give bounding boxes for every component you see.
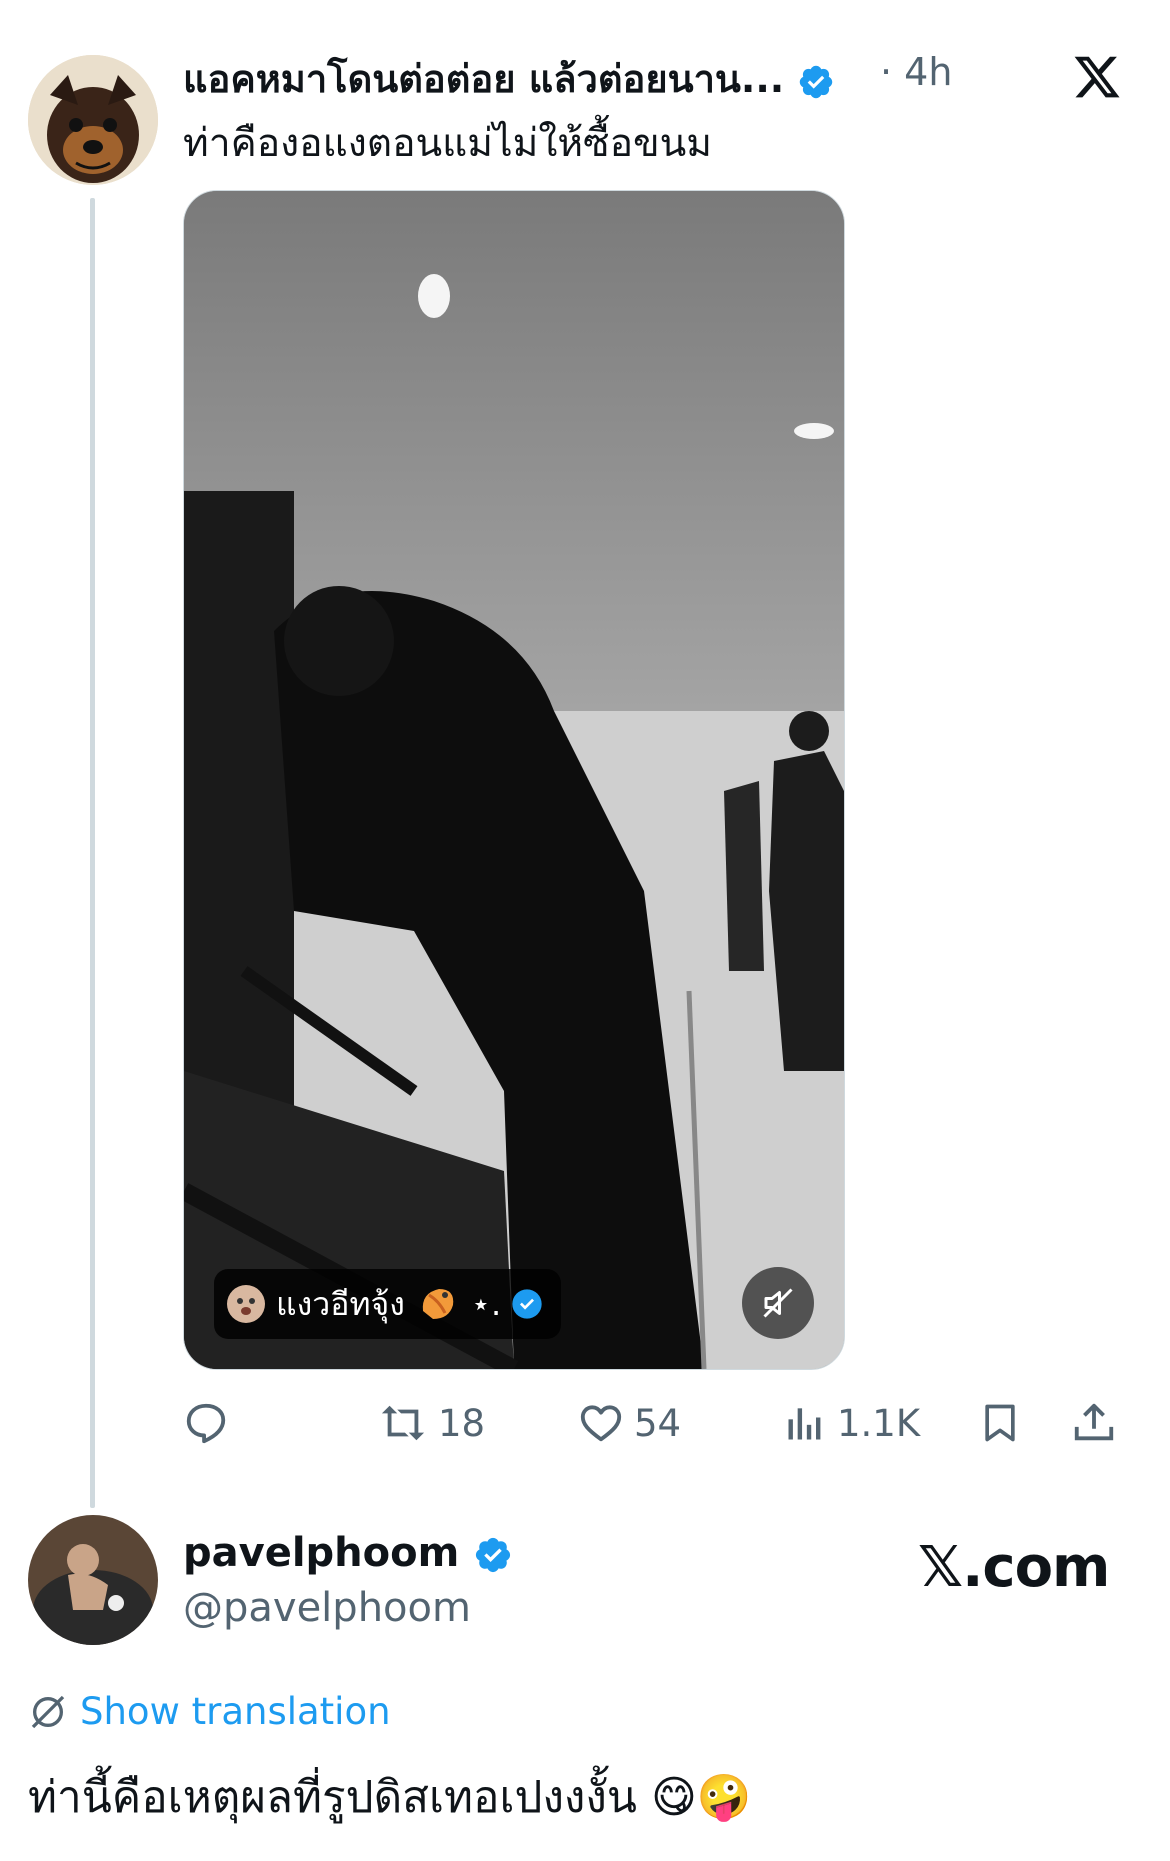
verified-badge-icon [800, 65, 833, 98]
reply-icon [186, 1403, 226, 1444]
reply-button[interactable] [183, 1388, 239, 1458]
tweet-timestamp[interactable]: · 4h [880, 50, 952, 94]
muted-speaker-icon [763, 1288, 793, 1318]
video-frame [184, 191, 844, 1369]
reply-text: ท่านี้คือเหตุผลที่รูปดิสเทอเปงงงั้น 😋🤪 [28, 1772, 752, 1823]
bookmark-button[interactable] [978, 1388, 1022, 1458]
translate-icon [31, 1695, 65, 1728]
show-translation-label: Show translation [80, 1690, 391, 1733]
retweet-icon [381, 1405, 425, 1441]
views-count: 1.1K [837, 1401, 921, 1445]
bookmark-icon [985, 1404, 1015, 1442]
views-button[interactable]: 1.1K [783, 1388, 920, 1458]
reply-author-avatar[interactable] [28, 1515, 158, 1645]
video-creator-chip[interactable]: แงวอีทจุ้ง ⋆. [214, 1269, 562, 1339]
x-logo-svg [1074, 56, 1120, 98]
retweet-button[interactable]: 18 [378, 1388, 485, 1458]
shrimp-emoji-icon [422, 1289, 454, 1319]
share-icon [1074, 1403, 1114, 1441]
retweet-count: 18 [438, 1401, 486, 1445]
reply-name-text: pavelphoom [183, 1530, 460, 1576]
person-in-bath-avatar [28, 1515, 158, 1645]
like-count: 54 [634, 1401, 682, 1445]
video-player[interactable]: แงวอีทจุ้ง ⋆. [183, 190, 845, 1370]
creator-name-suffix: ⋆. [470, 1285, 502, 1323]
author-avatar[interactable] [28, 55, 158, 185]
creator-name: แงวอีทจุ้ง [276, 1284, 405, 1323]
thread-connector-line [90, 198, 95, 1508]
mute-toggle-button[interactable] [742, 1267, 814, 1339]
creator-avatar-icon [227, 1285, 265, 1323]
heart-icon [580, 1405, 622, 1442]
reply-handle[interactable]: @pavelphoom [183, 1585, 471, 1631]
dog-avatar-image [28, 55, 158, 185]
x-logo-icon[interactable] [1072, 52, 1122, 102]
views-chart-icon [788, 1408, 821, 1440]
tweet-action-bar: 18 54 1.1K [183, 1388, 1143, 1458]
reply-display-name[interactable]: pavelphoom [183, 1530, 513, 1576]
show-translation-link[interactable]: Show translation [28, 1690, 391, 1733]
author-display-name[interactable]: แอคหมาโดนต่อต่อย แล้วต่อยนาน... [183, 48, 835, 109]
creator-verified-icon [512, 1289, 542, 1319]
tweet-text: ท่าคืองอแงตอนแม่ไม่ให้ซื้อขนม [183, 121, 713, 166]
share-button[interactable] [1071, 1388, 1117, 1458]
x-com-watermark: 𝕏.com [918, 1535, 1110, 1600]
author-name-text: แอคหมาโดนต่อต่อย แล้วต่อยนาน... [183, 57, 785, 101]
verified-badge-icon [476, 1537, 511, 1573]
like-button[interactable]: 54 [578, 1388, 681, 1458]
